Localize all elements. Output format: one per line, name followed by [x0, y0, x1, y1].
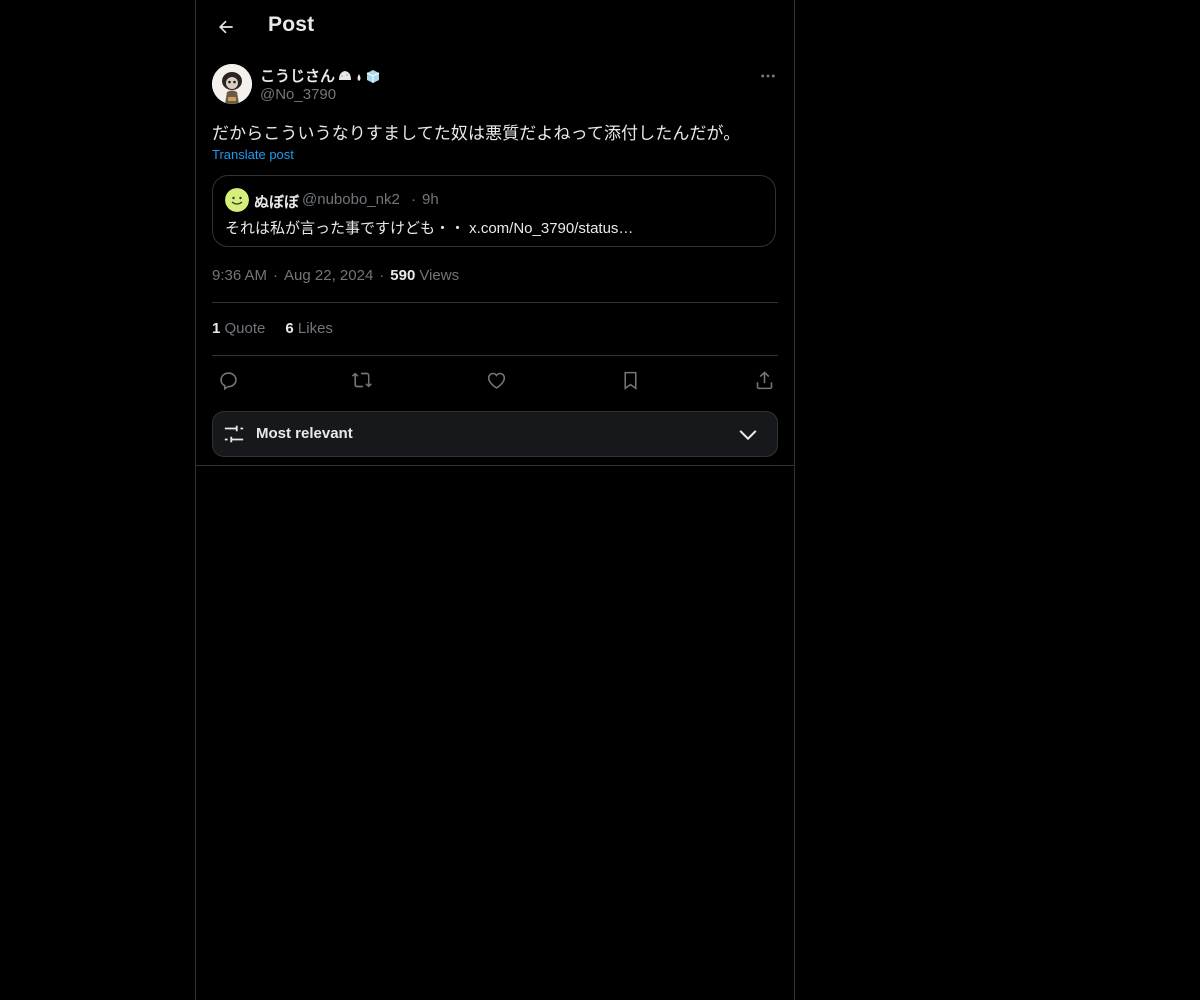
- divider: [212, 302, 778, 303]
- divider: [212, 355, 778, 356]
- quotes-label: Quote: [224, 320, 266, 337]
- post-time[interactable]: 9:36 AM: [212, 267, 267, 284]
- share-icon: [756, 370, 772, 389]
- views-count: 590: [390, 267, 416, 284]
- separator-dot: ·: [379, 267, 385, 284]
- like-button[interactable]: [482, 366, 510, 394]
- bookmark-button[interactable]: [616, 366, 644, 394]
- engagement-stats: 1 Quote 6 Likes: [212, 320, 333, 337]
- quoted-author-avatar: [225, 188, 249, 212]
- reply-icon: [219, 371, 237, 390]
- chevron-down-icon: [739, 430, 757, 441]
- quoted-post-time: 9h: [422, 191, 439, 208]
- reply-button[interactable]: [214, 366, 242, 394]
- likes-count: 6: [285, 320, 294, 337]
- repost-icon: [351, 372, 372, 388]
- quoted-author-name: ぬぼぼ: [254, 194, 300, 211]
- quotes-stat[interactable]: 1 Quote: [212, 320, 265, 337]
- translate-post-link[interactable]: Translate post: [212, 147, 294, 162]
- author-avatar[interactable]: [212, 64, 252, 104]
- droplet-emoji-icon: [357, 73, 361, 81]
- likes-label: Likes: [297, 320, 333, 337]
- quoted-post-text: それは私が言った事ですけども・・ x.com/No_3790/status…: [225, 220, 634, 237]
- post-metadata: 9:36 AM · Aug 22, 2024 · 590 Views: [212, 267, 459, 284]
- more-options-button[interactable]: [756, 64, 780, 88]
- back-button[interactable]: [208, 9, 244, 45]
- ice-cube-emoji-icon: [366, 69, 380, 83]
- post-detail-column: Post こうじさん @No_3790 だからこういうなりすましてた奴は悪質だよ…: [195, 0, 795, 1000]
- post-date[interactable]: Aug 22, 2024: [284, 267, 373, 284]
- avatar-illustration: [212, 64, 252, 104]
- page-header: Post: [196, 0, 794, 54]
- author-display-name[interactable]: こうじさん: [260, 65, 381, 86]
- arrow-left-icon: [219, 20, 233, 34]
- rice-ball-emoji-icon: [339, 70, 352, 80]
- likes-stat[interactable]: 6 Likes: [285, 320, 333, 337]
- sort-label: Most relevant: [256, 425, 353, 442]
- post-text: だからこういうなりすましてた奴は悪質だよねって添付したんだが。: [212, 124, 741, 143]
- page-title: Post: [268, 13, 315, 36]
- sort-replies-dropdown[interactable]: Most relevant: [212, 411, 778, 457]
- separator-dot: ·: [411, 191, 416, 208]
- repost-button[interactable]: [348, 366, 376, 394]
- separator-dot: ·: [273, 267, 279, 284]
- bookmark-icon: [623, 371, 637, 390]
- quoted-post-card[interactable]: ぬぼぼ @nubobo_nk2 · 9h それは私が言った事ですけども・・ x.…: [212, 175, 776, 247]
- heart-icon: [487, 372, 505, 389]
- sliders-icon: [224, 425, 244, 443]
- more-horizontal-icon: [761, 74, 775, 78]
- share-button[interactable]: [750, 366, 778, 394]
- quoted-author-handle: @nubobo_nk2: [302, 191, 400, 208]
- quotes-count: 1: [212, 320, 221, 337]
- author-name-text: こうじさん: [260, 68, 336, 85]
- views-label: Views: [419, 267, 460, 284]
- author-handle[interactable]: @No_3790: [260, 86, 336, 103]
- divider: [196, 465, 794, 466]
